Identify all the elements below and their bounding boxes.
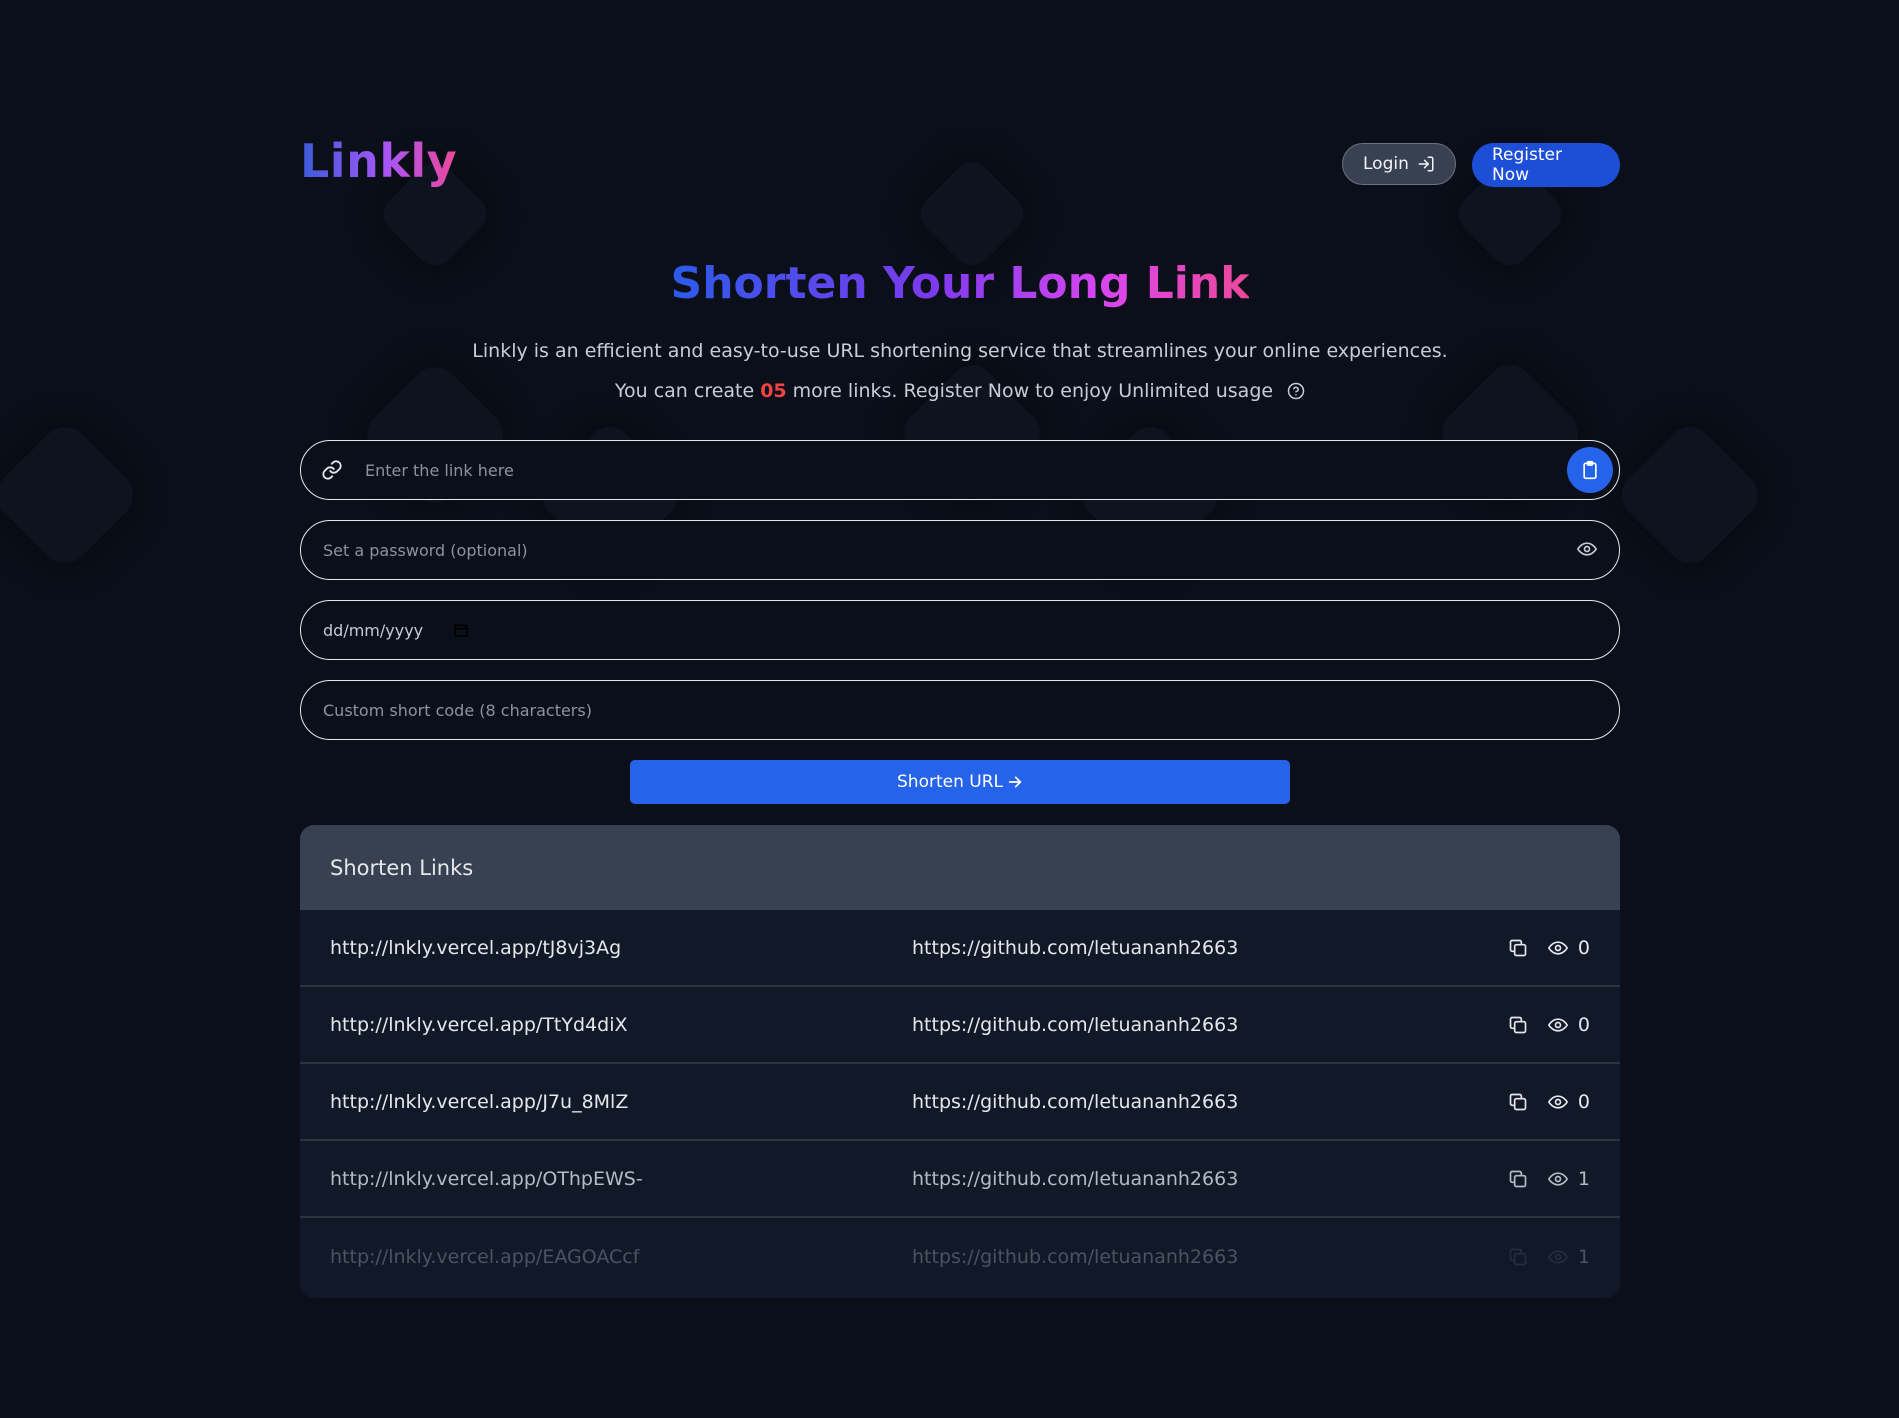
table-row: http://lnkly.vercel.app/tJ8vj3Ag https:/…: [300, 910, 1620, 987]
short-link[interactable]: http://lnkly.vercel.app/OThpEWS-: [330, 1168, 912, 1190]
eye-icon: [1547, 938, 1568, 958]
view-count-value: 1: [1577, 1167, 1590, 1190]
view-count-value: 0: [1577, 936, 1590, 959]
shorten-url-label: Shorten URL: [897, 772, 1003, 792]
copy-icon[interactable]: [1508, 1015, 1528, 1035]
short-link[interactable]: http://lnkly.vercel.app/EAGOACcf: [330, 1246, 912, 1268]
original-link[interactable]: https://github.com/letuananh2663: [912, 1091, 1508, 1113]
row-actions: 1: [1508, 1168, 1590, 1190]
view-count: 1: [1547, 1167, 1590, 1190]
table-row: http://lnkly.vercel.app/EAGOACcf https:/…: [300, 1218, 1620, 1295]
view-count: 0: [1547, 1090, 1590, 1113]
usage-limit-notice: You can create 05 more links. Register N…: [300, 380, 1620, 402]
copy-icon[interactable]: [1508, 1092, 1528, 1112]
paste-button[interactable]: [1567, 447, 1613, 493]
table-row: http://lnkly.vercel.app/OThpEWS- https:/…: [300, 1141, 1620, 1218]
original-link[interactable]: https://github.com/letuananh2663: [912, 1246, 1508, 1268]
background-shape: [0, 417, 143, 573]
limit-prefix: You can create: [614, 380, 755, 402]
row-actions: 1: [1508, 1246, 1590, 1268]
custom-code-input[interactable]: [321, 680, 1619, 740]
app-logo[interactable]: Linkly: [300, 134, 457, 188]
hero-title-text: Shorten Your Long Link: [670, 258, 1250, 309]
date-input-value: dd/mm/yyyy: [323, 620, 424, 640]
eye-icon: [1547, 1092, 1568, 1112]
view-count: 0: [1547, 936, 1590, 959]
arrow-right-icon: [1007, 774, 1023, 790]
limit-count: 05: [760, 380, 787, 402]
table-header: Shorten Links: [300, 825, 1620, 910]
calendar-icon[interactable]: [453, 622, 469, 638]
eye-icon[interactable]: [1577, 539, 1599, 561]
table-row: http://lnkly.vercel.app/J7u_8MlZ https:/…: [300, 1064, 1620, 1141]
row-actions: 0: [1508, 1091, 1590, 1113]
view-count-value: 0: [1577, 1090, 1590, 1113]
password-input-wrapper: [300, 520, 1620, 580]
original-link[interactable]: https://github.com/letuananh2663: [912, 1168, 1508, 1190]
hero-description: Linkly is an efficient and easy-to-use U…: [472, 340, 1448, 362]
view-count-value: 0: [1577, 1013, 1590, 1036]
eye-icon: [1547, 1169, 1568, 1189]
short-link[interactable]: http://lnkly.vercel.app/tJ8vj3Ag: [330, 937, 912, 959]
copy-icon[interactable]: [1508, 1169, 1528, 1189]
hero-title: Shorten Your Long Link: [300, 258, 1620, 309]
view-count: 1: [1547, 1245, 1590, 1268]
row-actions: 0: [1508, 937, 1590, 959]
link-icon: [321, 459, 343, 481]
eye-icon: [1547, 1247, 1568, 1267]
expiry-date-input[interactable]: dd/mm/yyyy: [300, 600, 1620, 660]
page: Linkly Login Register Now Shorten Your L…: [0, 0, 1899, 1418]
register-button[interactable]: Register Now: [1472, 143, 1620, 187]
shorten-url-button[interactable]: Shorten URL: [630, 760, 1290, 804]
limit-suffix: more links. Register Now to enjoy Unlimi…: [792, 380, 1274, 402]
login-arrow-icon: [1417, 155, 1435, 173]
short-link[interactable]: http://lnkly.vercel.app/J7u_8MlZ: [330, 1091, 912, 1113]
view-count-value: 1: [1577, 1245, 1590, 1268]
clipboard-icon: [1580, 460, 1600, 480]
question-circle-icon[interactable]: [1287, 382, 1305, 400]
shortened-links-table: Shorten Links http://lnkly.vercel.app/tJ…: [300, 825, 1620, 1298]
login-button[interactable]: Login: [1342, 143, 1456, 185]
copy-icon[interactable]: [1508, 938, 1528, 958]
link-input[interactable]: [363, 440, 1567, 500]
login-button-label: Login: [1363, 154, 1409, 174]
view-count: 0: [1547, 1013, 1590, 1036]
original-link[interactable]: https://github.com/letuananh2663: [912, 937, 1508, 959]
copy-icon[interactable]: [1508, 1247, 1528, 1267]
header: Linkly Login Register Now: [300, 134, 1620, 194]
custom-code-input-wrapper: [300, 680, 1620, 740]
password-input[interactable]: [321, 520, 1577, 580]
eye-icon: [1547, 1015, 1568, 1035]
row-actions: 0: [1508, 1014, 1590, 1036]
table-title: Shorten Links: [330, 855, 474, 880]
short-link[interactable]: http://lnkly.vercel.app/TtYd4diX: [330, 1014, 912, 1036]
link-input-wrapper: [300, 440, 1620, 500]
table-row: http://lnkly.vercel.app/TtYd4diX https:/…: [300, 987, 1620, 1064]
background-shape: [1612, 417, 1768, 573]
original-link[interactable]: https://github.com/letuananh2663: [912, 1014, 1508, 1036]
